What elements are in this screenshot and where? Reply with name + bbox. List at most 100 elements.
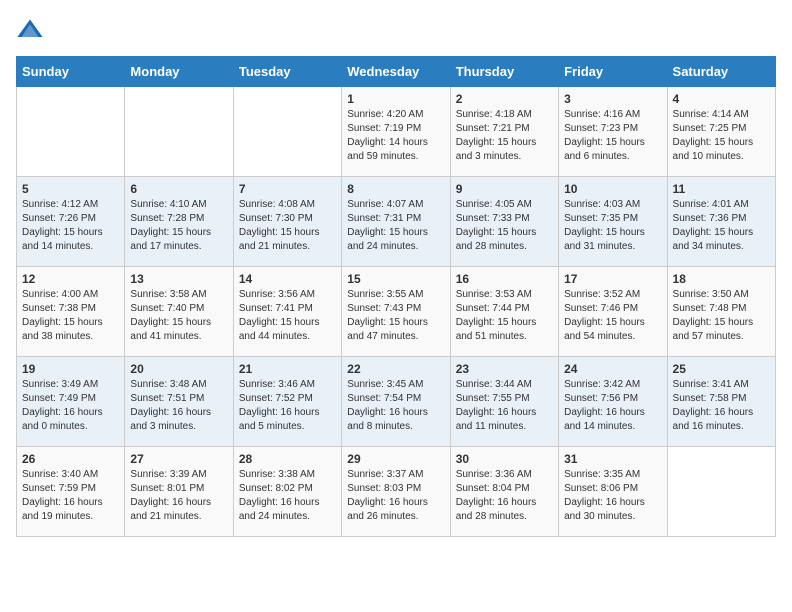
calendar-cell: 9 Sunrise: 4:05 AM Sunset: 7:33 PM Daylig… (450, 177, 558, 267)
day-number: 1 (347, 92, 444, 106)
day-number: 3 (564, 92, 661, 106)
weekday-header-row: SundayMondayTuesdayWednesdayThursdayFrid… (17, 57, 776, 87)
week-row-2: 5 Sunrise: 4:12 AM Sunset: 7:26 PM Daylig… (17, 177, 776, 267)
calendar-cell (125, 87, 233, 177)
day-info: Sunrise: 3:45 AM Sunset: 7:54 PM Dayligh… (347, 378, 444, 434)
day-info: Sunrise: 4:05 AM Sunset: 7:33 PM Dayligh… (456, 198, 553, 254)
calendar-cell: 14 Sunrise: 3:56 AM Sunset: 7:41 PM Dayli… (233, 267, 341, 357)
day-number: 8 (347, 182, 444, 196)
day-number: 17 (564, 272, 661, 286)
calendar-cell: 24 Sunrise: 3:42 AM Sunset: 7:56 PM Dayli… (559, 357, 667, 447)
calendar-cell: 1 Sunrise: 4:20 AM Sunset: 7:19 PM Daylig… (342, 87, 450, 177)
calendar-cell: 4 Sunrise: 4:14 AM Sunset: 7:25 PM Daylig… (667, 87, 775, 177)
day-number: 24 (564, 362, 661, 376)
weekday-header-friday: Friday (559, 57, 667, 87)
week-row-3: 12 Sunrise: 4:00 AM Sunset: 7:38 PM Dayli… (17, 267, 776, 357)
calendar-cell: 29 Sunrise: 3:37 AM Sunset: 8:03 PM Dayli… (342, 447, 450, 537)
day-info: Sunrise: 3:56 AM Sunset: 7:41 PM Dayligh… (239, 288, 336, 344)
day-info: Sunrise: 3:41 AM Sunset: 7:58 PM Dayligh… (673, 378, 770, 434)
calendar-cell: 3 Sunrise: 4:16 AM Sunset: 7:23 PM Daylig… (559, 87, 667, 177)
calendar-cell (667, 447, 775, 537)
day-number: 23 (456, 362, 553, 376)
day-info: Sunrise: 3:52 AM Sunset: 7:46 PM Dayligh… (564, 288, 661, 344)
day-number: 6 (130, 182, 227, 196)
day-info: Sunrise: 3:35 AM Sunset: 8:06 PM Dayligh… (564, 468, 661, 524)
calendar-cell: 31 Sunrise: 3:35 AM Sunset: 8:06 PM Dayli… (559, 447, 667, 537)
day-info: Sunrise: 4:08 AM Sunset: 7:30 PM Dayligh… (239, 198, 336, 254)
day-number: 18 (673, 272, 770, 286)
day-info: Sunrise: 4:20 AM Sunset: 7:19 PM Dayligh… (347, 108, 444, 164)
calendar-cell: 18 Sunrise: 3:50 AM Sunset: 7:48 PM Dayli… (667, 267, 775, 357)
calendar-cell: 17 Sunrise: 3:52 AM Sunset: 7:46 PM Dayli… (559, 267, 667, 357)
calendar-cell: 30 Sunrise: 3:36 AM Sunset: 8:04 PM Dayli… (450, 447, 558, 537)
calendar-cell: 25Sunrise: 3:41 AM Sunset: 7:58 PM Dayli… (667, 357, 775, 447)
calendar-cell: 12 Sunrise: 4:00 AM Sunset: 7:38 PM Dayli… (17, 267, 125, 357)
day-number: 11 (673, 182, 770, 196)
day-number: 7 (239, 182, 336, 196)
week-row-5: 26 Sunrise: 3:40 AM Sunset: 7:59 PM Dayli… (17, 447, 776, 537)
day-number: 26 (22, 452, 119, 466)
calendar-body: 1 Sunrise: 4:20 AM Sunset: 7:19 PM Daylig… (17, 87, 776, 537)
logo-icon (16, 16, 44, 44)
calendar-cell: 19 Sunrise: 3:49 AM Sunset: 7:49 PM Dayli… (17, 357, 125, 447)
day-number: 15 (347, 272, 444, 286)
day-number: 20 (130, 362, 227, 376)
day-info: Sunrise: 4:14 AM Sunset: 7:25 PM Dayligh… (673, 108, 770, 164)
day-number: 16 (456, 272, 553, 286)
day-info: Sunrise: 3:49 AM Sunset: 7:49 PM Dayligh… (22, 378, 119, 434)
day-info: Sunrise: 3:40 AM Sunset: 7:59 PM Dayligh… (22, 468, 119, 524)
calendar-cell (17, 87, 125, 177)
calendar-cell: 28Sunrise: 3:38 AM Sunset: 8:02 PM Dayli… (233, 447, 341, 537)
day-info: Sunrise: 3:48 AM Sunset: 7:51 PM Dayligh… (130, 378, 227, 434)
calendar-cell: 15 Sunrise: 3:55 AM Sunset: 7:43 PM Dayli… (342, 267, 450, 357)
calendar-cell: 26 Sunrise: 3:40 AM Sunset: 7:59 PM Dayli… (17, 447, 125, 537)
day-info: Sunrise: 3:38 AM Sunset: 8:02 PM Dayligh… (239, 468, 336, 524)
calendar-cell: 13Sunrise: 3:58 AM Sunset: 7:40 PM Dayli… (125, 267, 233, 357)
day-number: 12 (22, 272, 119, 286)
calendar-table: SundayMondayTuesdayWednesdayThursdayFrid… (16, 56, 776, 537)
day-number: 5 (22, 182, 119, 196)
weekday-header-wednesday: Wednesday (342, 57, 450, 87)
day-info: Sunrise: 4:01 AM Sunset: 7:36 PM Dayligh… (673, 198, 770, 254)
weekday-header-sunday: Sunday (17, 57, 125, 87)
calendar-cell: 23Sunrise: 3:44 AM Sunset: 7:55 PM Dayli… (450, 357, 558, 447)
day-number: 31 (564, 452, 661, 466)
day-number: 4 (673, 92, 770, 106)
calendar-cell: 16 Sunrise: 3:53 AM Sunset: 7:44 PM Dayli… (450, 267, 558, 357)
day-number: 10 (564, 182, 661, 196)
calendar-cell: 6 Sunrise: 4:10 AM Sunset: 7:28 PM Daylig… (125, 177, 233, 267)
day-number: 27 (130, 452, 227, 466)
calendar-cell: 21Sunrise: 3:46 AM Sunset: 7:52 PM Dayli… (233, 357, 341, 447)
day-info: Sunrise: 3:50 AM Sunset: 7:48 PM Dayligh… (673, 288, 770, 344)
calendar-cell: 11 Sunrise: 4:01 AM Sunset: 7:36 PM Dayli… (667, 177, 775, 267)
day-info: Sunrise: 4:03 AM Sunset: 7:35 PM Dayligh… (564, 198, 661, 254)
day-info: Sunrise: 3:36 AM Sunset: 8:04 PM Dayligh… (456, 468, 553, 524)
day-number: 2 (456, 92, 553, 106)
day-number: 14 (239, 272, 336, 286)
calendar-cell: 5 Sunrise: 4:12 AM Sunset: 7:26 PM Daylig… (17, 177, 125, 267)
day-number: 9 (456, 182, 553, 196)
weekday-header-thursday: Thursday (450, 57, 558, 87)
day-number: 13 (130, 272, 227, 286)
weekday-header-tuesday: Tuesday (233, 57, 341, 87)
day-info: Sunrise: 3:55 AM Sunset: 7:43 PM Dayligh… (347, 288, 444, 344)
week-row-1: 1 Sunrise: 4:20 AM Sunset: 7:19 PM Daylig… (17, 87, 776, 177)
day-number: 30 (456, 452, 553, 466)
calendar-cell: 2Sunrise: 4:18 AM Sunset: 7:21 PM Daylig… (450, 87, 558, 177)
day-number: 19 (22, 362, 119, 376)
day-info: Sunrise: 4:07 AM Sunset: 7:31 PM Dayligh… (347, 198, 444, 254)
calendar-cell (233, 87, 341, 177)
day-info: Sunrise: 3:37 AM Sunset: 8:03 PM Dayligh… (347, 468, 444, 524)
day-info: Sunrise: 4:16 AM Sunset: 7:23 PM Dayligh… (564, 108, 661, 164)
calendar-cell: 8 Sunrise: 4:07 AM Sunset: 7:31 PM Daylig… (342, 177, 450, 267)
calendar-cell: 27Sunrise: 3:39 AM Sunset: 8:01 PM Dayli… (125, 447, 233, 537)
day-info: Sunrise: 3:53 AM Sunset: 7:44 PM Dayligh… (456, 288, 553, 344)
calendar-cell: 7 Sunrise: 4:08 AM Sunset: 7:30 PM Daylig… (233, 177, 341, 267)
day-number: 21 (239, 362, 336, 376)
day-info: Sunrise: 3:42 AM Sunset: 7:56 PM Dayligh… (564, 378, 661, 434)
day-info: Sunrise: 4:10 AM Sunset: 7:28 PM Dayligh… (130, 198, 227, 254)
day-info: Sunrise: 4:12 AM Sunset: 7:26 PM Dayligh… (22, 198, 119, 254)
day-number: 29 (347, 452, 444, 466)
day-info: Sunrise: 4:00 AM Sunset: 7:38 PM Dayligh… (22, 288, 119, 344)
weekday-header-monday: Monday (125, 57, 233, 87)
